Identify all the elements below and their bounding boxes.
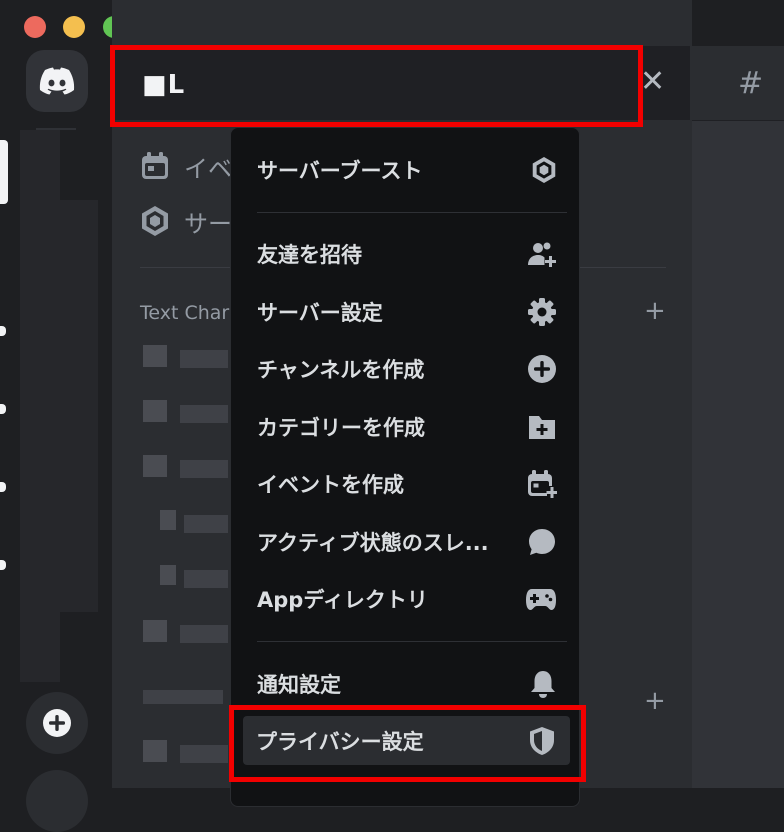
menu-item-app-directory[interactable]: Appディレクトリ <box>257 577 557 621</box>
bell-icon <box>531 671 555 698</box>
folder-plus-icon <box>529 416 555 439</box>
plus-circle-icon <box>528 355 556 383</box>
menu-divider <box>257 212 567 213</box>
add-channel-button[interactable]: + <box>644 686 666 716</box>
unread-pill <box>0 404 6 414</box>
calendar-icon <box>142 152 168 179</box>
channel-row-redacted[interactable] <box>180 745 228 763</box>
channel-row-redacted[interactable] <box>143 740 167 762</box>
category-text-channels[interactable]: Text Char <box>140 302 229 324</box>
sidebar-item-events[interactable]: イベ <box>140 148 232 184</box>
add-server-button[interactable] <box>26 692 88 754</box>
sidebar-item-label: サー <box>184 209 232 238</box>
menu-item-invite-friends[interactable]: 友達を招待 <box>257 232 557 276</box>
channel-row-redacted[interactable] <box>184 570 228 588</box>
discord-logo-icon <box>39 67 75 95</box>
plus-circle-icon <box>43 709 71 737</box>
unread-pill <box>0 326 6 336</box>
window-minimize-button[interactable] <box>63 16 85 38</box>
highlight-privacy-settings <box>229 705 586 782</box>
channel-row-redacted[interactable] <box>143 400 167 422</box>
channel-row-redacted[interactable] <box>184 515 228 533</box>
category-redacted[interactable] <box>143 690 223 704</box>
channel-row-redacted[interactable] <box>160 510 176 530</box>
menu-item-create-category[interactable]: カテゴリーを作成 <box>257 405 557 449</box>
close-menu-icon[interactable]: ✕ <box>640 64 665 99</box>
discord-home-button[interactable] <box>26 50 88 112</box>
boost-gem-icon <box>532 157 556 183</box>
channel-row-redacted[interactable] <box>180 625 228 643</box>
calendar-plus-icon <box>528 470 557 498</box>
server-icon-redacted[interactable] <box>20 130 60 200</box>
invite-friend-icon <box>528 242 556 267</box>
channel-row-redacted[interactable] <box>180 460 228 478</box>
chat-area <box>692 46 784 788</box>
channel-row-redacted[interactable] <box>143 345 167 367</box>
menu-item-server-boost[interactable]: サーバーブースト <box>257 148 557 192</box>
speech-bubble-icon <box>529 529 555 555</box>
boost-gem-icon <box>142 206 168 236</box>
gamepad-icon <box>526 589 556 610</box>
channel-row-redacted[interactable] <box>160 565 176 585</box>
menu-item-create-channel[interactable]: チャンネルを作成 <box>257 347 557 391</box>
menu-divider <box>257 641 567 642</box>
sidebar-item-boost[interactable]: サー <box>140 203 232 239</box>
server-icon-redacted[interactable] <box>20 612 60 682</box>
channel-row-redacted[interactable] <box>180 350 228 368</box>
channel-row-redacted[interactable] <box>143 620 167 642</box>
server-list-redacted[interactable] <box>20 200 98 612</box>
menu-item-create-event[interactable]: イベントを作成 <box>257 462 557 506</box>
sidebar-item-label: イベ <box>184 154 232 183</box>
channel-row-redacted[interactable] <box>180 405 228 423</box>
highlight-server-name <box>110 45 643 127</box>
gear-icon <box>528 298 556 326</box>
channel-row-redacted[interactable] <box>143 455 167 477</box>
unread-pill <box>0 482 6 492</box>
selected-server-pill <box>0 140 8 204</box>
unread-pill <box>0 560 6 570</box>
add-channel-button[interactable]: + <box>644 296 666 326</box>
menu-item-active-threads[interactable]: アクティブ状態のスレ... <box>257 520 557 564</box>
menu-item-notification-settings[interactable]: 通知設定 <box>257 662 557 706</box>
menu-item-server-settings[interactable]: サーバー設定 <box>257 290 557 334</box>
channel-hash-icon: # <box>738 66 764 101</box>
window-close-button[interactable] <box>24 16 46 38</box>
discover-button[interactable] <box>26 770 88 832</box>
